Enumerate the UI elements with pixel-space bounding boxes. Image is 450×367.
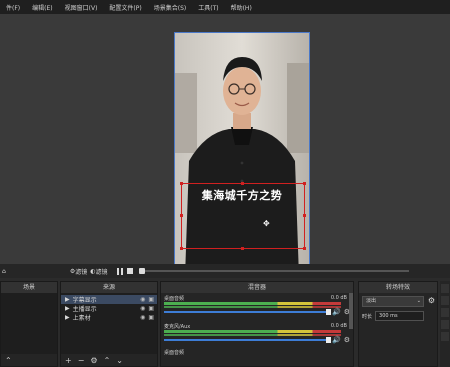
mixer-channel: 桌面音频 0.0 dB 🔊 ⚙ [164,295,350,316]
control-button[interactable] [441,296,449,305]
play-icon: ▶ [65,296,70,303]
mixer-channel: 麦克风/Aux 0.0 dB 🔊 ⚙ [164,323,350,344]
resize-handle[interactable] [303,182,306,185]
play-icon: ▶ [65,314,70,321]
sources-list[interactable]: ▶ 字幕显示 ◉ ▣ ▶ 主播显示 ◉ ▣ ▶ 上素材 ◉ ▣ [61,293,157,354]
control-button[interactable] [441,332,449,341]
chevron-up-icon[interactable]: ⌃ [104,356,111,365]
menu-view[interactable]: 视图窗口(V) [59,3,104,12]
source-item[interactable]: ▶ 上素材 ◉ ▣ [61,313,157,322]
resize-handle[interactable] [180,214,183,217]
duration-row: 时长 300 ms [362,311,424,321]
source-filters-button[interactable]: ◐ 滤镜 [90,267,107,276]
menu-scene-collection[interactable]: 场景集合(S) [148,3,193,12]
volume-slider[interactable] [164,339,327,341]
controls-row: ⌂ ⚙ 滤镜 ◐ 滤镜 [0,264,450,278]
scene-filter-icon: ⌂ [2,267,6,275]
menu-profile[interactable]: 配置文件(P) [103,3,147,12]
control-button[interactable] [441,284,449,293]
gear-icon[interactable]: ⚙ [90,356,97,365]
seek-knob[interactable] [139,268,146,274]
volume-meter [164,334,341,336]
speaker-icon[interactable]: 🔊 [332,336,341,344]
stop-icon[interactable] [127,268,134,274]
selection-box[interactable] [180,182,306,250]
preview-area[interactable]: 集海城千方之势 ✥ [0,14,450,278]
transitions-dock: 转场特效 淡出 ⌄ 时长 300 ms ⚙ [358,281,438,367]
control-button[interactable] [441,320,449,329]
eye-icon[interactable]: ◉ [140,314,145,321]
move-cursor-icon: ✥ [263,219,270,228]
scene-filters-button[interactable]: ⚙ 滤镜 [70,267,87,276]
menu-edit[interactable]: 编辑(E) [26,3,58,12]
media-seek-slider[interactable] [139,268,410,274]
resize-handle[interactable] [303,247,306,250]
resize-handle[interactable] [180,182,183,185]
lock-icon[interactable]: ▣ [148,314,154,321]
gear-icon[interactable]: ⚙ [344,336,350,344]
add-icon[interactable]: + [65,356,72,365]
volume-meter [164,302,341,305]
eye-icon[interactable]: ◉ [140,305,145,312]
gear-icon[interactable]: ⚙ [428,296,435,305]
volume-knob[interactable] [326,309,331,315]
menu-file[interactable]: 件(F) [0,3,26,12]
mixer-scrollbar[interactable] [349,293,353,329]
duration-field[interactable]: 300 ms [375,311,424,321]
menu-help[interactable]: 帮助(H) [225,3,258,12]
volume-slider[interactable] [164,311,327,313]
sources-dock: 来源 ▶ 字幕显示 ◉ ▣ ▶ 主播显示 ◉ ▣ ▶ 上素材 ◉ ▣ + − ⚙… [60,281,158,367]
transitions-title: 转场特效 [359,282,437,293]
menu-tools[interactable]: 工具(T) [192,3,224,12]
volume-meter [164,330,341,333]
scenes-title: 场景 [1,282,57,293]
mixer-channels: 桌面音频 0.0 dB 🔊 ⚙ 麦克风/Aux 0.0 dB 🔊 ⚙ 桌面音频 [161,293,353,366]
control-button[interactable] [441,308,449,317]
pause-icon[interactable] [117,267,124,275]
mixer-dock: 混音器 桌面音频 0.0 dB 🔊 ⚙ 麦克风/Aux 0.0 dB 🔊 ⚙ 桌… [160,281,354,367]
scenes-dock: 场景 ⌃ [0,281,58,367]
resize-handle[interactable] [303,214,306,217]
resize-handle[interactable] [180,247,183,250]
source-item[interactable]: ▶ 主播显示 ◉ ▣ [61,304,157,313]
mixer-title: 混音器 [161,282,353,293]
transition-select[interactable]: 淡出 ⌄ [362,296,424,307]
play-icon: ▶ [65,305,70,312]
controls-dock-edge [440,281,450,367]
speaker-icon[interactable]: 🔊 [332,308,341,316]
remove-icon[interactable]: − [78,356,85,365]
scenes-toolbar: ⌃ [1,354,57,366]
sources-toolbar: + − ⚙ ⌃ ⌄ [61,354,157,366]
menu-bar: 件(F) 编辑(E) 视图窗口(V) 配置文件(P) 场景集合(S) 工具(T)… [0,0,450,14]
eye-icon[interactable]: ◉ [140,296,145,303]
source-item[interactable]: ▶ 字幕显示 ◉ ▣ [61,295,157,304]
mixer-channel: 桌面音频 [164,350,185,356]
scenes-list[interactable] [1,293,57,354]
resize-handle[interactable] [241,247,244,250]
preview-canvas[interactable]: 集海城千方之势 ✥ [174,32,310,278]
sources-title: 来源 [61,282,157,293]
lock-icon[interactable]: ▣ [148,296,154,303]
volume-meter [164,306,341,308]
resize-handle[interactable] [241,182,244,185]
volume-knob[interactable] [326,337,331,343]
lock-icon[interactable]: ▣ [148,305,154,312]
chevron-up-icon[interactable]: ⌃ [5,356,12,365]
chevron-down-icon: ⌄ [416,298,421,304]
chevron-down-icon[interactable]: ⌄ [116,356,123,365]
